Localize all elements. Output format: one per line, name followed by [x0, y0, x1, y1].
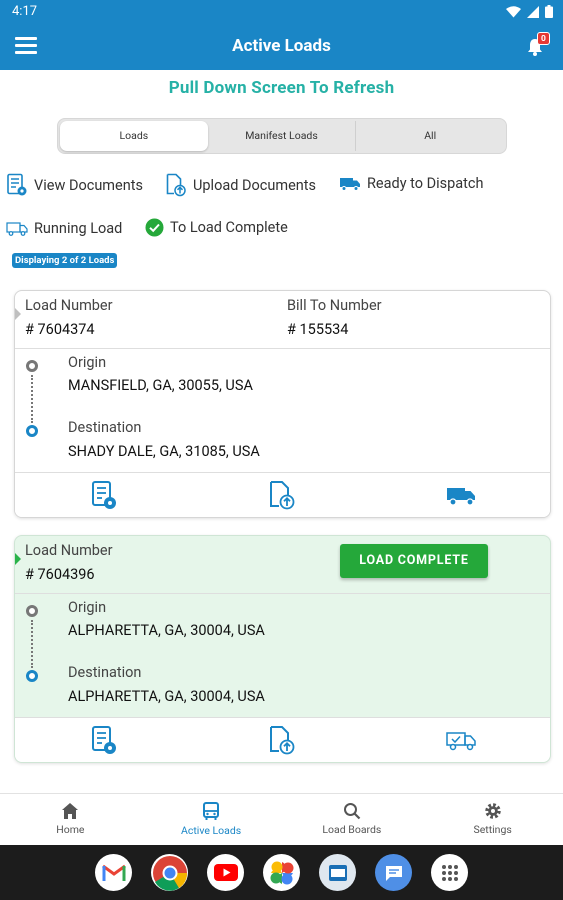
load-complete-button[interactable]: LOAD COMPLETE — [340, 544, 488, 578]
app-icon[interactable] — [319, 854, 356, 891]
status-bar: 4:17 — [0, 0, 563, 24]
load-number-label: Load Number — [25, 542, 113, 559]
view-documents-icon[interactable] — [88, 479, 120, 511]
view-documents-icon — [7, 173, 27, 196]
truck-outline-icon — [6, 222, 28, 236]
chrome-icon[interactable] — [151, 854, 188, 891]
route-line — [31, 620, 33, 668]
upload-documents-icon[interactable] — [266, 479, 298, 511]
status-icons — [506, 5, 553, 18]
truck-icon — [340, 178, 360, 191]
upload-documents-icon[interactable] — [266, 724, 298, 756]
load-number-label: Load Number — [25, 297, 113, 314]
nav-active-loads-label: Active Loads — [181, 824, 242, 837]
load-route: Origin ALPHARETTA, GA, 30004, USA Destin… — [15, 594, 550, 718]
legend-view-documents-label: View Documents — [34, 176, 143, 194]
legend-upload-documents-label: Upload Documents — [193, 176, 317, 194]
legend-ready-to-dispatch: Ready to Dispatch — [339, 173, 484, 193]
tab-loads[interactable]: Loads — [60, 121, 208, 151]
load-number: # 7604396 — [25, 566, 95, 583]
wifi-icon — [506, 5, 521, 17]
load-type-tabs: Loads Manifest Loads All — [57, 118, 507, 154]
page-title: Active Loads — [232, 36, 331, 56]
load-card-header: Load Number # 7604396 LOAD COMPLETE — [15, 536, 550, 594]
app-bar: Active Loads 0 — [0, 24, 563, 70]
load-card-header: Load Number # 7604374 Bill To Number # 1… — [15, 291, 550, 349]
legend-to-load-complete: To Load Complete — [145, 218, 288, 237]
legend-upload-documents: Upload Documents — [165, 173, 316, 197]
load-route: Origin MANSFIELD, GA, 30055, USA Destina… — [15, 349, 550, 473]
nav-load-boards-label: Load Boards — [322, 823, 382, 836]
origin-value: MANSFIELD, GA, 30055, USA — [68, 377, 253, 394]
legend-ready-to-dispatch-label: Ready to Dispatch — [367, 174, 484, 192]
nav-load-boards[interactable]: Load Boards — [282, 794, 423, 845]
messages-icon[interactable] — [375, 854, 412, 891]
tab-manifest-loads[interactable]: Manifest Loads — [208, 121, 356, 151]
status-marker — [15, 553, 21, 565]
app-drawer-icon[interactable] — [431, 854, 468, 891]
search-icon — [343, 803, 361, 820]
destination-value: ALPHARETTA, GA, 30004, USA — [68, 688, 265, 705]
bill-to-label: Bill To Number — [287, 297, 382, 314]
check-circle-icon — [145, 218, 164, 237]
load-card[interactable]: Load Number # 7604396 LOAD COMPLETE Orig… — [14, 535, 551, 763]
origin-dot — [26, 360, 38, 372]
bottom-nav: Home Active Loads Load Boards Settings — [0, 793, 563, 845]
nav-home-label: Home — [56, 823, 85, 836]
legend-running-load: Running Load — [6, 218, 122, 238]
status-time: 4:17 — [12, 4, 38, 19]
display-count-badge: Displaying 2 of 2 Loads — [12, 253, 118, 268]
legend-running-load-label: Running Load — [34, 219, 123, 237]
notification-badge: 0 — [537, 32, 550, 45]
load-number: # 7604374 — [25, 321, 95, 338]
battery-icon — [545, 5, 553, 18]
nav-home[interactable]: Home — [0, 794, 141, 845]
upload-documents-icon — [166, 173, 186, 197]
nav-settings[interactable]: Settings — [422, 794, 563, 845]
bus-icon — [203, 802, 220, 820]
nav-settings-label: Settings — [473, 823, 512, 836]
origin-dot — [26, 605, 38, 617]
route-line — [31, 375, 33, 423]
origin-label: Origin — [68, 599, 107, 616]
gmail-icon[interactable] — [95, 854, 132, 891]
view-documents-icon[interactable] — [88, 724, 120, 756]
bill-to-number: # 155534 — [287, 321, 349, 338]
legend-view-documents: View Documents — [6, 173, 143, 197]
ready-to-dispatch-icon[interactable] — [445, 479, 477, 511]
refresh-hint: Pull Down Screen To Refresh — [168, 78, 395, 98]
origin-label: Origin — [68, 354, 107, 371]
running-load-icon[interactable] — [445, 724, 477, 756]
origin-value: ALPHARETTA, GA, 30004, USA — [68, 622, 265, 639]
status-marker — [15, 308, 21, 320]
system-dock — [0, 845, 563, 900]
home-icon — [62, 803, 79, 819]
photos-icon[interactable] — [263, 854, 300, 891]
signal-icon — [527, 5, 539, 18]
load-card[interactable]: Load Number # 7604374 Bill To Number # 1… — [14, 290, 551, 518]
destination-label: Destination — [68, 664, 142, 681]
youtube-icon[interactable] — [207, 854, 244, 891]
gear-icon — [484, 803, 501, 819]
destination-label: Destination — [68, 419, 142, 436]
tab-all[interactable]: All — [355, 121, 504, 151]
load-card-actions — [15, 718, 550, 762]
destination-value: SHADY DALE, GA, 31085, USA — [68, 443, 260, 460]
legend-to-load-complete-label: To Load Complete — [170, 219, 288, 236]
nav-active-loads[interactable]: Active Loads — [141, 794, 282, 845]
load-card-actions — [15, 473, 550, 517]
destination-dot — [26, 670, 38, 682]
destination-dot — [26, 425, 38, 437]
